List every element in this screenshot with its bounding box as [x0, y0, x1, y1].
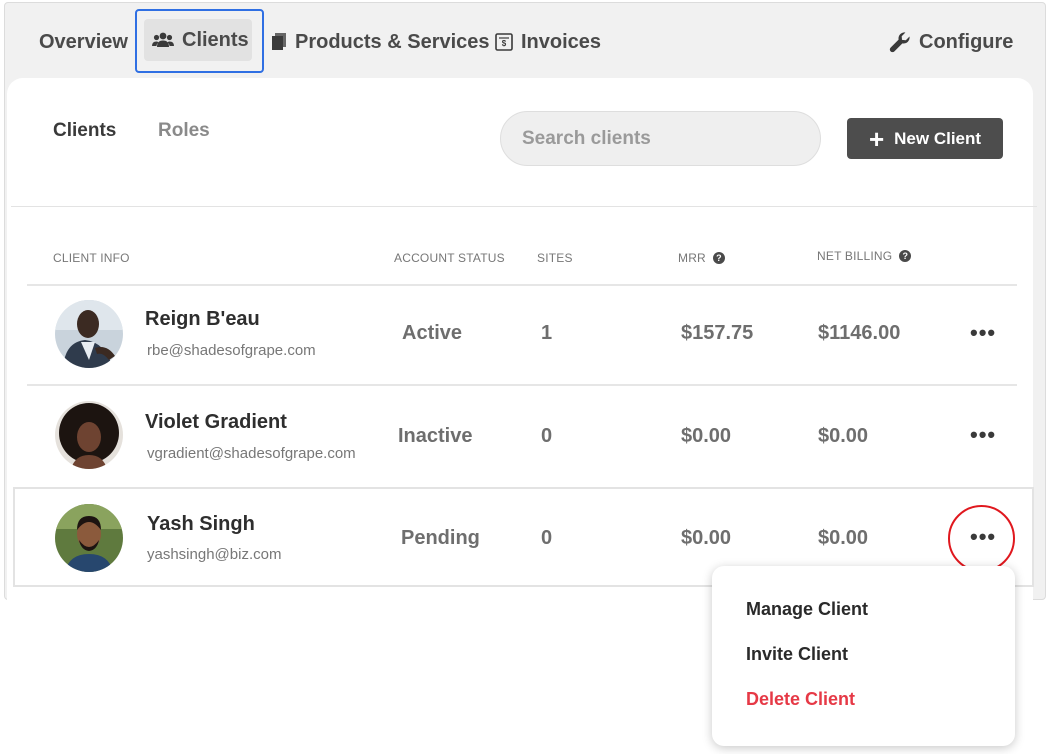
client-actions-menu: Manage Client Invite Client Delete Clien… [712, 566, 1015, 746]
row-divider [27, 384, 1017, 386]
more-horizontal-icon[interactable]: ••• [970, 424, 996, 446]
search-input[interactable] [500, 111, 821, 166]
client-name[interactable]: Yash Singh [147, 513, 255, 536]
column-header-net-billing: NET BILLING ? [817, 249, 912, 263]
column-header-label: CLIENT INFO [53, 251, 130, 265]
subtab-clients[interactable]: Clients [53, 120, 116, 142]
account-status: Pending [401, 527, 480, 549]
net-billing-value: $0.00 [818, 425, 869, 447]
subtab-roles[interactable]: Roles [158, 120, 210, 142]
client-name[interactable]: Reign B'eau [145, 308, 260, 331]
net-billing-value: $1146.00 [818, 322, 901, 344]
nav-products-label: Products & Services [295, 30, 490, 53]
menu-item-manage-client[interactable]: Manage Client [746, 599, 868, 620]
client-name[interactable]: Violet Gradient [145, 411, 287, 434]
nav-overview[interactable]: Overview [39, 27, 128, 57]
question-icon[interactable]: ? [899, 250, 912, 262]
question-icon[interactable]: ? [712, 252, 725, 264]
column-header-sites: SITES [537, 251, 573, 265]
column-header-label: ACCOUNT STATUS [394, 251, 505, 265]
svg-text:$: $ [502, 39, 507, 48]
sites-count: 0 [541, 527, 553, 549]
column-header-account-status: ACCOUNT STATUS [394, 251, 505, 265]
column-header-mrr: MRR ? [678, 251, 725, 265]
document-icon [271, 33, 287, 51]
column-header-label: SITES [537, 251, 573, 265]
nav-invoices-label: Invoices [521, 30, 602, 53]
sites-count: 1 [541, 322, 553, 344]
column-header-label: MRR [678, 251, 706, 265]
new-client-button[interactable]: + New Client [847, 118, 1003, 159]
more-horizontal-icon[interactable]: ••• [970, 322, 996, 344]
nav-products-services[interactable]: Products & Services [271, 27, 490, 57]
menu-item-delete-client[interactable]: Delete Client [746, 689, 855, 710]
plus-icon: + [868, 123, 885, 154]
nav-configure-label: Configure [919, 30, 1014, 53]
highlight-ring [948, 505, 1015, 572]
client-email: rbe@shadesofgrape.com [147, 342, 316, 359]
menu-item-invite-client[interactable]: Invite Client [746, 644, 848, 665]
users-icon [152, 32, 174, 48]
account-status: Inactive [398, 425, 473, 447]
avatar [55, 504, 123, 572]
sites-count: 0 [541, 425, 553, 447]
new-client-label: New Client [894, 128, 982, 148]
client-email: vgradient@shadesofgrape.com [147, 445, 356, 462]
nav-clients[interactable]: Clients [144, 19, 252, 61]
row-divider [27, 284, 1017, 286]
invoice-icon: $ [495, 33, 513, 51]
nav-configure[interactable]: Configure [889, 27, 1013, 57]
column-header-label: NET BILLING [817, 249, 893, 263]
client-email: yashsingh@biz.com [147, 546, 282, 563]
top-nav: Overview Clients Products & Services $ I… [5, 3, 1045, 81]
nav-clients-label: Clients [182, 28, 249, 51]
wrench-icon [889, 31, 911, 53]
net-billing-value: $0.00 [818, 527, 869, 549]
mrr-value: $0.00 [681, 425, 732, 447]
avatar [55, 401, 123, 469]
mrr-value: $157.75 [681, 322, 754, 344]
column-header-client-info: CLIENT INFO [53, 251, 130, 265]
avatar [55, 300, 123, 368]
nav-invoices[interactable]: $ Invoices [495, 27, 601, 57]
header-divider [11, 206, 1037, 207]
mrr-value: $0.00 [681, 527, 732, 549]
nav-overview-label: Overview [39, 30, 128, 53]
account-status: Active [402, 322, 463, 344]
